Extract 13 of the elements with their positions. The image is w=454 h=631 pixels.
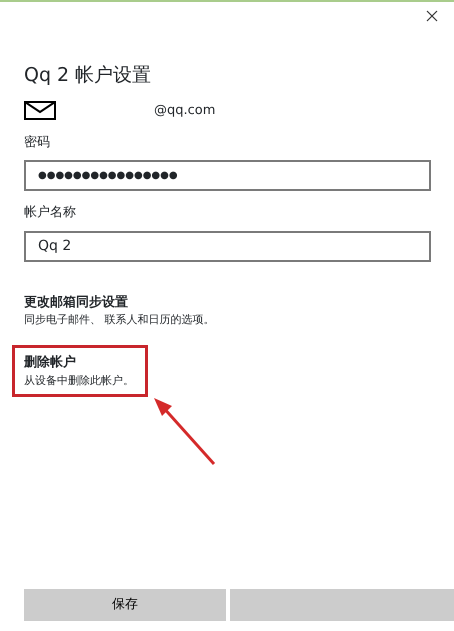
email-address: @qq.com bbox=[154, 102, 216, 120]
settings-link[interactable]: 更改邮箱同步设置 bbox=[24, 294, 454, 312]
save-button[interactable]: 保存 bbox=[24, 589, 226, 621]
close-icon[interactable] bbox=[426, 10, 438, 22]
field-label: 帐户名称 bbox=[24, 204, 77, 222]
dialog-title: Qq 2 帐户设置 bbox=[24, 64, 152, 87]
link-description: 同步电子邮件、 联系人和日历的选项。 bbox=[24, 312, 216, 328]
field-label: 密码 bbox=[24, 134, 51, 152]
password-field[interactable]: ●●●●●●●●●●●●●●●● bbox=[24, 160, 431, 192]
envelope-icon bbox=[24, 101, 56, 120]
input-field[interactable]: Qq 2 bbox=[24, 230, 431, 262]
link-description: 从设备中删除此帐户。 bbox=[24, 372, 135, 388]
settings-link[interactable]: 删除帐户 bbox=[24, 354, 139, 373]
